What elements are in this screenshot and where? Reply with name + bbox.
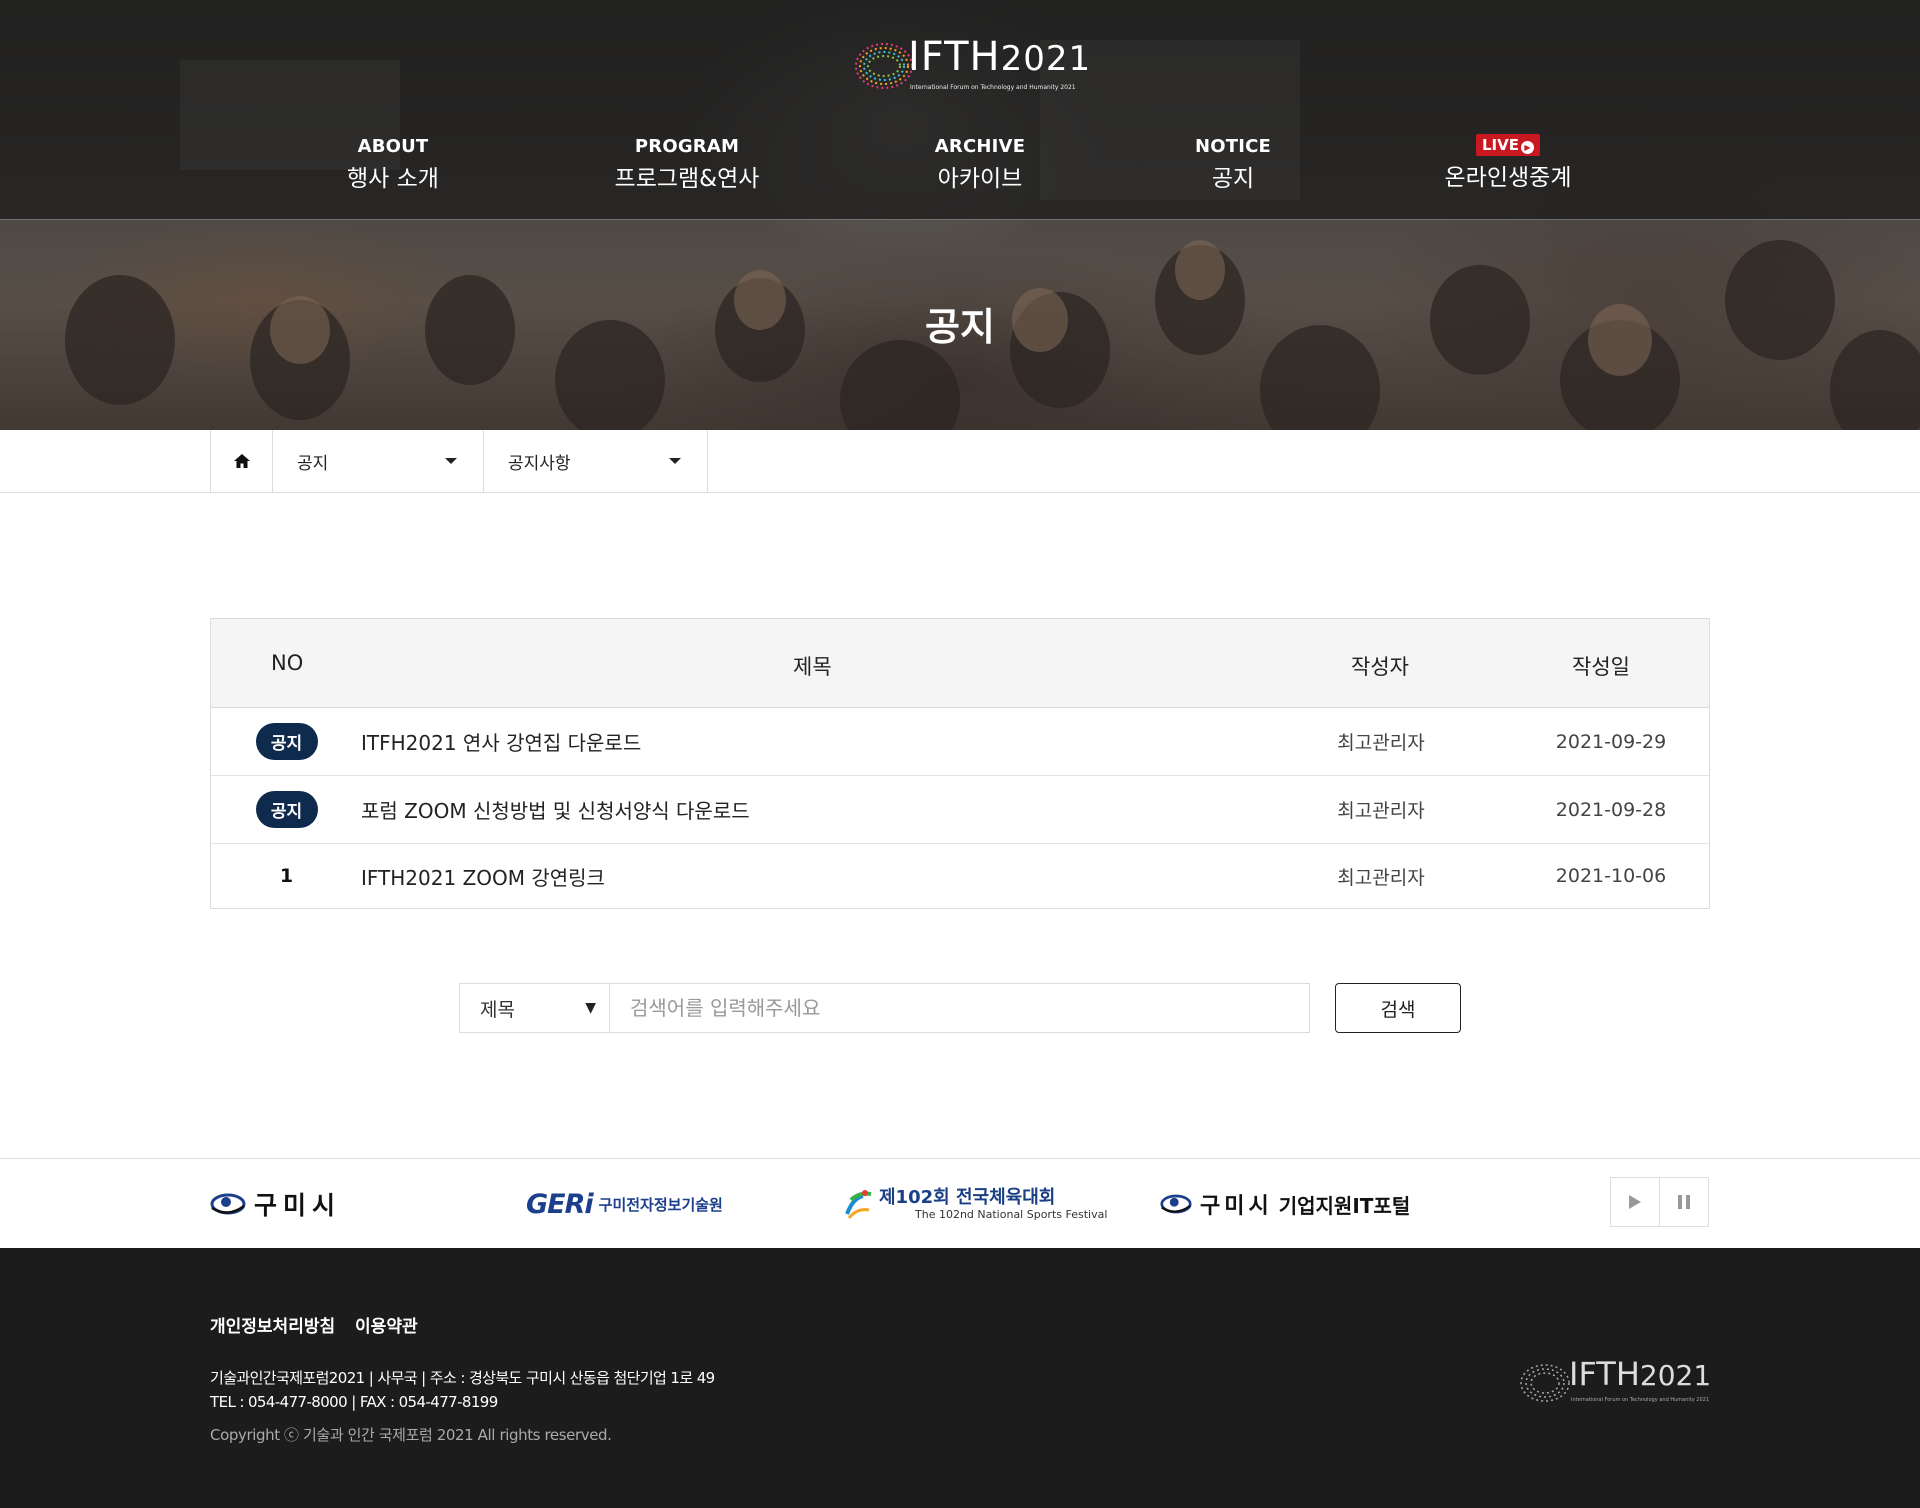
footer-logo-year: 2021	[1639, 1359, 1712, 1392]
post-writer: 최고관리자	[1337, 866, 1425, 889]
partner-national-sports-festival[interactable]: 제102회 전국체육대회 The 102nd National Sports F…	[843, 1159, 1107, 1249]
notice-table: NO 제목 작성자 작성일 공지 ITFH2021 연사 강연집 다운로드 최고…	[210, 618, 1710, 909]
portal-city-label: 구미시	[1200, 1194, 1273, 1219]
geri-label: 구미전자정보기술원	[598, 1195, 723, 1214]
nav-notice-ko: 공지	[1211, 166, 1255, 192]
header-no: NO	[271, 651, 304, 675]
nav-notice-en: NOTICE	[1194, 136, 1272, 157]
home-icon	[233, 454, 250, 468]
post-title-link[interactable]: 포럼 ZOOM 신청방법 및 신청서양식 다운로드	[361, 776, 750, 843]
table-header: NO 제목 작성자 작성일	[211, 619, 1709, 708]
post-date: 2021-09-29	[1555, 730, 1667, 753]
logo-year: 2021	[1000, 39, 1092, 79]
gumi-city-label: 구미시	[254, 1191, 342, 1220]
sports-festival-emblem-icon	[845, 1190, 872, 1219]
breadcrumb-level1-label: 공지	[297, 453, 329, 474]
nav-archive[interactable]: ARCHIVE 아카이브	[920, 136, 1040, 193]
nav-live-ko: 온라인생중계	[1444, 165, 1572, 191]
sports-festival-sublabel: The 102nd National Sports Festival	[915, 1207, 1108, 1221]
footer-copyright: Copyright ⓒ 기술과 인간 국제포럼 2021 All rights …	[210, 1426, 612, 1444]
breadcrumb-level1-select[interactable]: 공지	[272, 430, 484, 492]
privacy-policy-link[interactable]: 개인정보처리방침	[210, 1317, 335, 1337]
footer-info: 기술과인간국제포럼2021 | 사무국 | 주소 : 경상북도 구미시 산동읍 …	[210, 1366, 715, 1414]
search-field-select[interactable]: 제목 ▼	[459, 983, 610, 1033]
logo-tagline: International Forum on Technology and Hu…	[910, 84, 1076, 91]
notice-badge: 공지	[255, 791, 318, 828]
footer-address: 기술과인간국제포럼2021 | 사무국 | 주소 : 경상북도 구미시 산동읍 …	[210, 1369, 715, 1387]
terms-link[interactable]: 이용약관	[355, 1317, 418, 1337]
play-circle-icon: ▶	[1521, 141, 1534, 154]
post-number: 1	[279, 865, 294, 887]
table-row[interactable]: 공지 포럼 ZOOM 신청방법 및 신청서양식 다운로드 최고관리자 2021-…	[211, 776, 1709, 844]
post-title-link[interactable]: IFTH2021 ZOOM 강연링크	[361, 844, 605, 908]
nav-about-en: ABOUT	[357, 136, 429, 157]
live-badge: LIVE ▶	[1476, 134, 1540, 156]
footer-contact: TEL : 054-477-8000 | FAX : 054-477-8199	[210, 1393, 498, 1411]
hero-banner: IFTH2021 International Forum on Technolo…	[0, 0, 1920, 430]
nav-about[interactable]: ABOUT 행사 소개	[333, 136, 453, 193]
banner-play-button[interactable]	[1610, 1177, 1660, 1227]
site-logo[interactable]: IFTH2021 International Forum on Technolo…	[848, 30, 1090, 100]
header-writer: 작성자	[1351, 655, 1409, 679]
logo-swirl-icon	[1520, 1364, 1570, 1402]
footer-logo-tagline: International Forum on Technology and Hu…	[1571, 1397, 1710, 1403]
geri-logo-text: GERi	[526, 1188, 594, 1220]
post-date: 2021-09-28	[1555, 798, 1667, 821]
play-icon	[1629, 1195, 1641, 1209]
post-writer: 최고관리자	[1337, 800, 1425, 822]
banner-pause-button[interactable]	[1659, 1177, 1709, 1227]
header-title: 제목	[793, 655, 832, 679]
gumi-city-emblem-icon	[1160, 1194, 1192, 1214]
portal-name-label: 기업지원IT포털	[1278, 1193, 1411, 1218]
header-date: 작성일	[1572, 655, 1630, 679]
site-footer: 개인정보처리방침 이용약관 기술과인간국제포럼2021 | 사무국 | 주소 :…	[0, 1248, 1920, 1508]
search-field-value: 제목	[480, 998, 515, 1021]
nav-program[interactable]: PROGRAM 프로그램&연사	[607, 136, 767, 193]
gumi-city-emblem-icon	[210, 1193, 246, 1215]
search-input[interactable]	[609, 983, 1310, 1033]
footer-logo-text: IFTH	[1569, 1355, 1640, 1393]
footer-links: 개인정보처리방침 이용약관	[210, 1312, 432, 1337]
breadcrumb: 공지 공지사항	[0, 430, 1920, 493]
partner-gumi-city[interactable]: 구미시	[210, 1159, 341, 1249]
breadcrumb-level2-select[interactable]: 공지사항	[483, 430, 708, 492]
logo-text: IFTH	[908, 34, 1001, 80]
footer-logo: IFTH2021 International Forum on Technolo…	[1515, 1353, 1715, 1413]
table-row[interactable]: 1 IFTH2021 ZOOM 강연링크 최고관리자 2021-10-06	[211, 844, 1709, 908]
nav-notice[interactable]: NOTICE 공지	[1173, 136, 1293, 193]
nav-about-ko: 행사 소개	[347, 166, 439, 192]
caret-down-icon	[669, 458, 681, 464]
nav-archive-ko: 아카이브	[937, 166, 1023, 192]
partner-geri[interactable]: GERi 구미전자정보기술원	[526, 1159, 723, 1249]
pause-icon	[1678, 1195, 1690, 1209]
nav-program-ko: 프로그램&연사	[614, 166, 760, 192]
sports-festival-label: 제102회 전국체육대회	[879, 1186, 1056, 1208]
post-date: 2021-10-06	[1555, 865, 1667, 887]
partner-banner: 구미시 GERi 구미전자정보기술원 제102회 전국체육대회 The 102n…	[0, 1158, 1920, 1248]
caret-down-icon	[445, 458, 457, 464]
page-title: 공지	[925, 305, 995, 349]
table-row[interactable]: 공지 ITFH2021 연사 강연집 다운로드 최고관리자 2021-09-29	[211, 708, 1709, 776]
triangle-down-icon: ▼	[585, 1000, 596, 1016]
notice-badge: 공지	[255, 723, 318, 760]
nav-program-en: PROGRAM	[634, 136, 740, 157]
home-button[interactable]	[210, 430, 273, 492]
post-title-link[interactable]: ITFH2021 연사 강연집 다운로드	[361, 708, 641, 775]
search-button[interactable]: 검색	[1335, 983, 1461, 1033]
nav-live[interactable]: LIVE ▶ 온라인생중계	[1428, 134, 1588, 192]
nav-archive-en: ARCHIVE	[934, 136, 1026, 157]
partner-gumi-it-portal[interactable]: 구미시 기업지원IT포털	[1160, 1159, 1410, 1249]
live-badge-label: LIVE	[1482, 136, 1519, 154]
post-writer: 최고관리자	[1337, 732, 1425, 754]
main-nav: ABOUT 행사 소개 PROGRAM 프로그램&연사 ARCHIVE 아카이브…	[0, 134, 1920, 196]
breadcrumb-level2-label: 공지사항	[508, 453, 571, 474]
